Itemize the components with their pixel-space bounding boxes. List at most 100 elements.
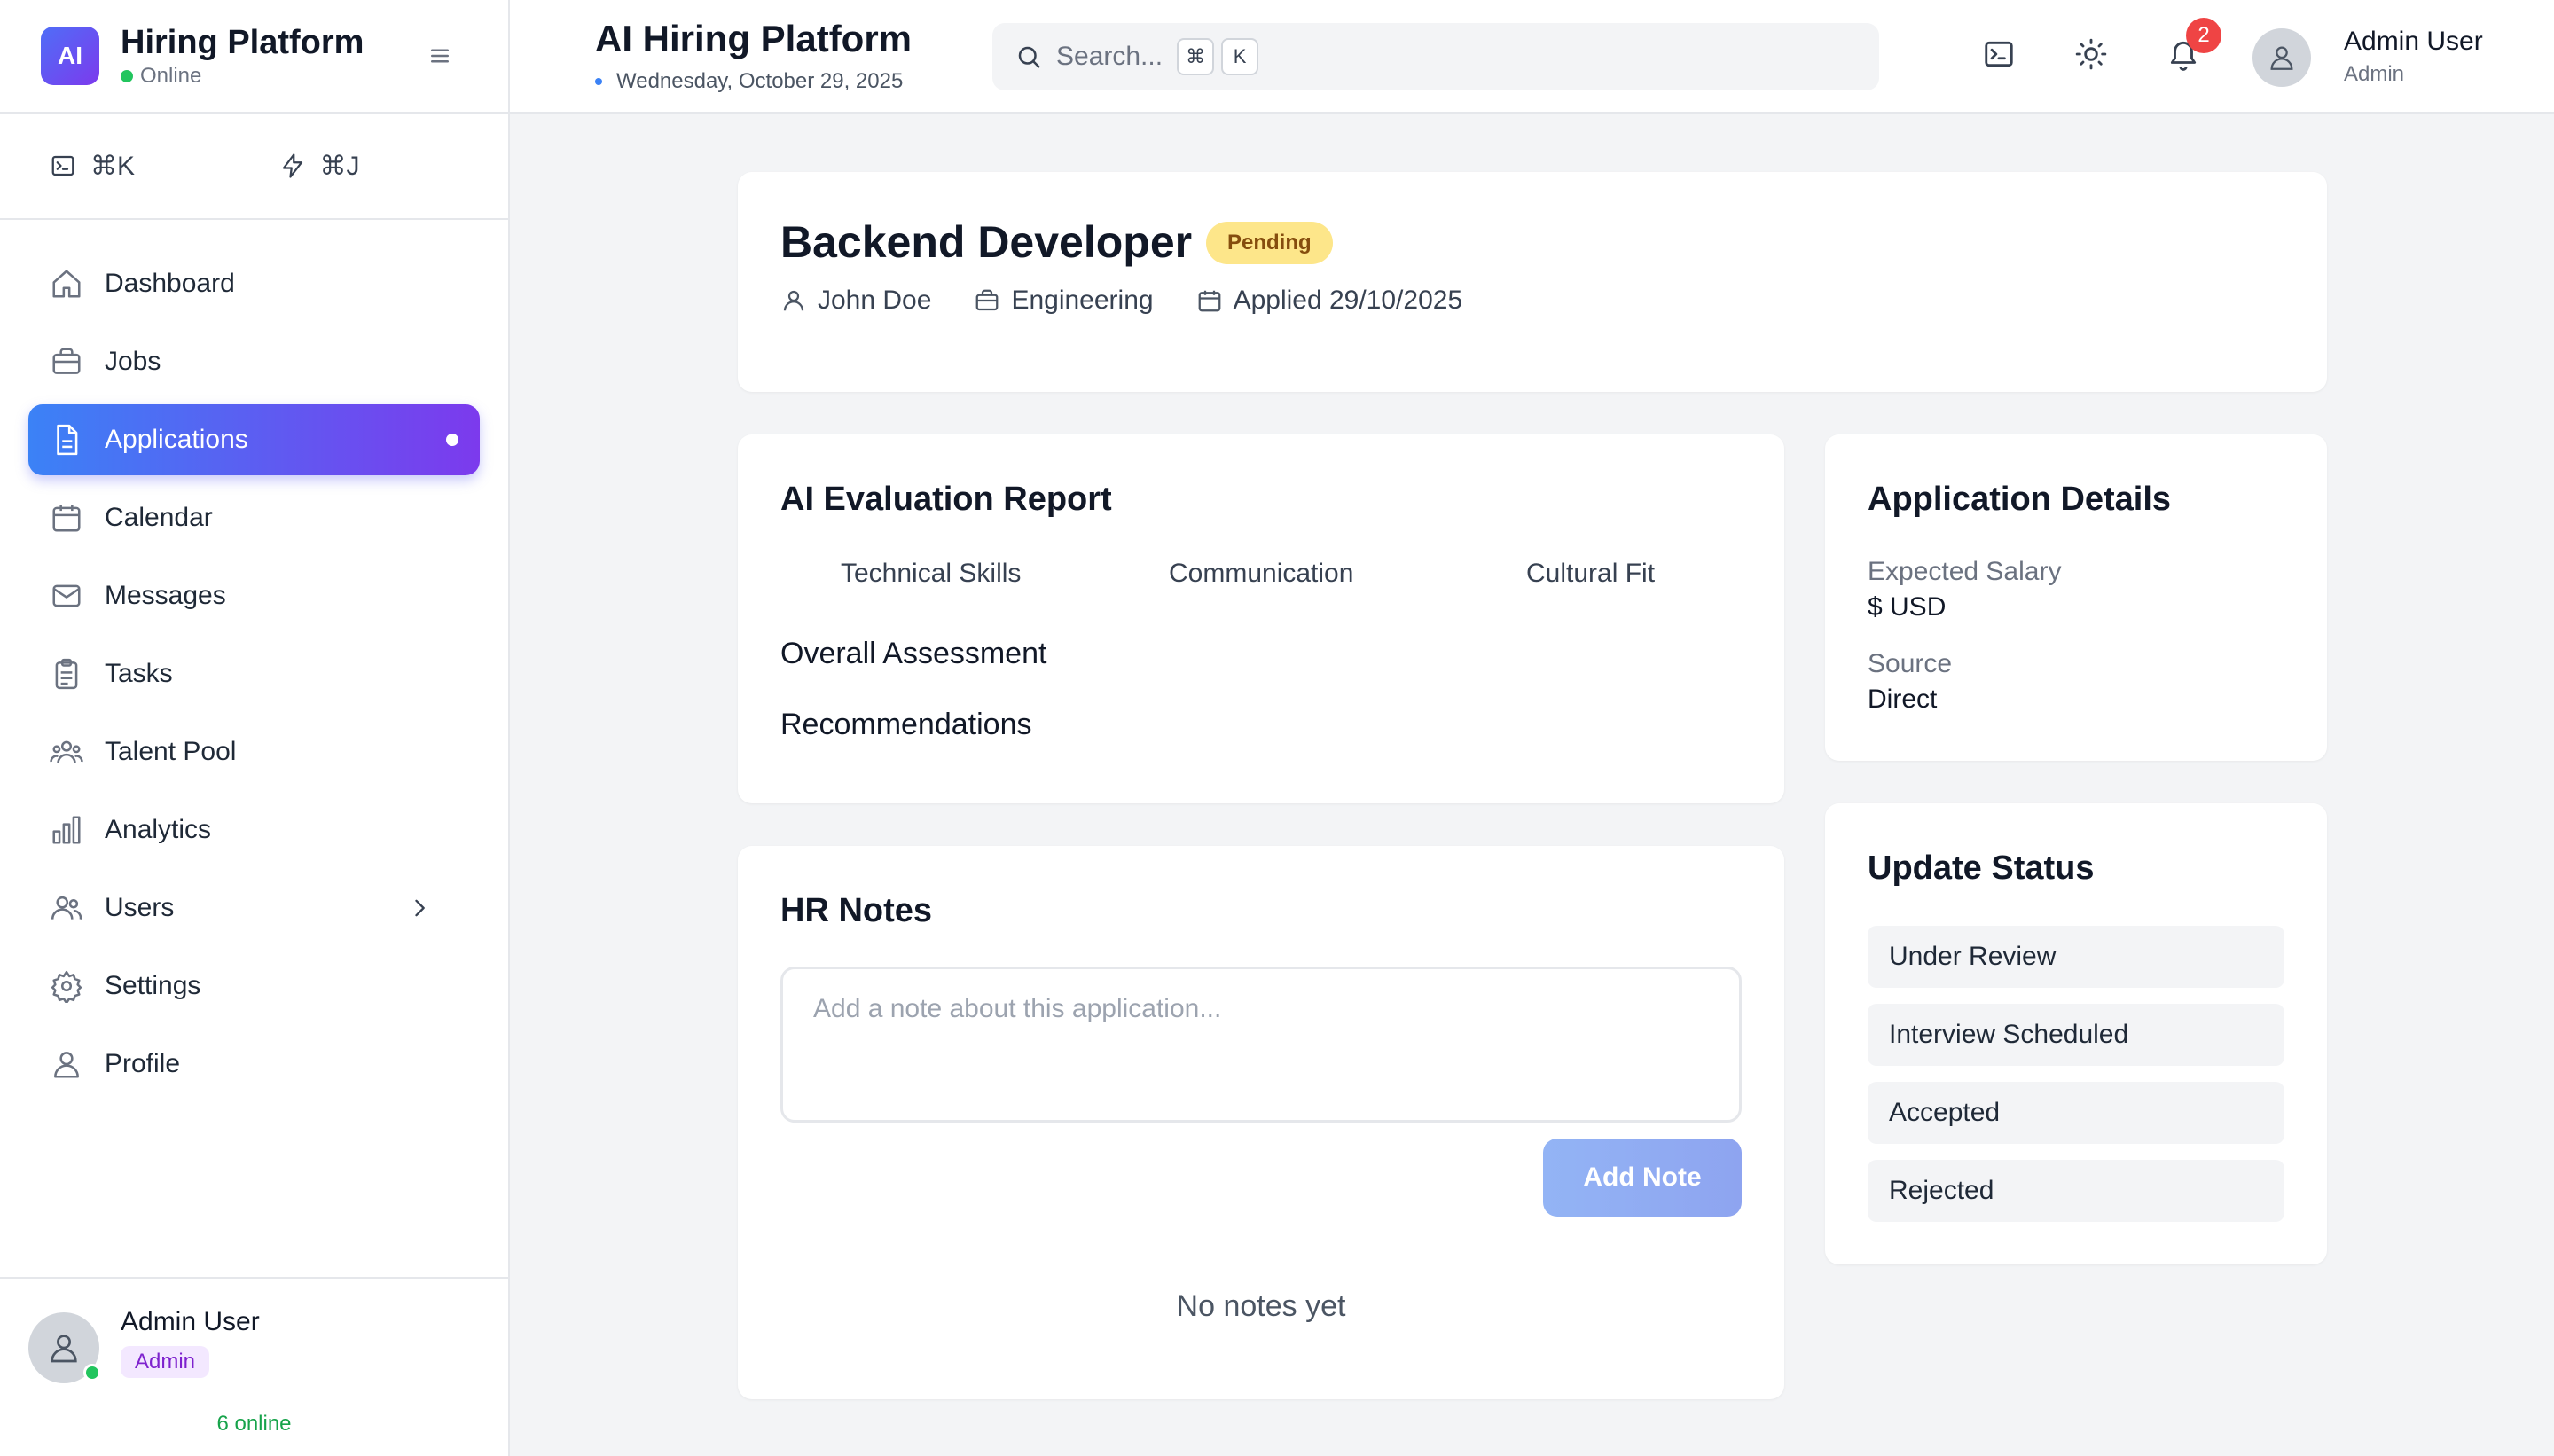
home-icon [50, 267, 105, 301]
sidebar-item-label: Profile [105, 1049, 181, 1078]
update-status-card: Update Status Under Review Interview Sch… [1825, 803, 2327, 1264]
hr-notes-card: HR Notes Add a note about this applicati… [738, 846, 1784, 1399]
cultural-fit-label: Cultural Fit [1526, 559, 1656, 588]
sidebar-item-dashboard[interactable]: Dashboard [28, 248, 480, 319]
brand-status: Online [121, 64, 364, 89]
sidebar-item-label: Tasks [105, 659, 173, 688]
user-icon [780, 287, 818, 314]
briefcase-icon [974, 287, 1011, 314]
status-option-under-review[interactable]: Under Review [1868, 926, 2284, 988]
sidebar-item-applications[interactable]: Applications [28, 404, 480, 475]
sidebar-item-talent-pool[interactable]: Talent Pool [28, 716, 480, 787]
header-user-role: Admin [2344, 62, 2405, 86]
brand-status-label: Online [140, 64, 202, 88]
sidebar-item-label: Calendar [105, 503, 213, 532]
shortcut-label: ⌘J [319, 151, 360, 181]
sidebar-item-tasks[interactable]: Tasks [28, 638, 480, 709]
salary-label: Expected Salary [1868, 557, 2062, 586]
application-meta: John Doe Engineering Applied 29/10/2025 [780, 286, 1505, 316]
sidebar: AI Hiring Platform Online ⌘K ⌘J Dashboar… [0, 0, 510, 1456]
date-label: Wednesday, October 29, 2025 [616, 69, 904, 93]
sidebar-item-label: Dashboard [105, 269, 235, 298]
search-icon [1015, 43, 1042, 70]
overall-assessment-heading: Overall Assessment [780, 637, 1047, 670]
status-option-accepted[interactable]: Accepted [1868, 1082, 2284, 1144]
top-bar: AI Hiring Platform Wednesday, October 29… [510, 0, 2554, 114]
shortcut-label: ⌘K [90, 151, 136, 181]
sidebar-item-profile[interactable]: Profile [28, 1029, 480, 1100]
online-dot [121, 70, 133, 82]
terminal-icon [50, 153, 90, 179]
status-badge: Pending [1206, 222, 1333, 264]
sidebar-item-messages[interactable]: Messages [28, 560, 480, 631]
user-icon [50, 1047, 105, 1081]
date-bullet [595, 78, 602, 85]
lightning-icon [279, 153, 320, 179]
sidebar-user-panel[interactable]: Admin User Admin 6 online [0, 1277, 508, 1456]
sidebar-item-settings[interactable]: Settings [28, 951, 480, 1022]
command-palette-shortcut[interactable]: ⌘K [50, 151, 279, 182]
job-title: Backend Developer [780, 217, 1193, 267]
brand-header: AI Hiring Platform Online [0, 0, 508, 114]
notes-title: HR Notes [780, 892, 933, 929]
sidebar-item-label: Talent Pool [105, 737, 237, 766]
communication-label: Communication [1169, 559, 1354, 588]
add-note-button[interactable]: Add Note [1543, 1139, 1742, 1217]
sidebar-item-calendar[interactable]: Calendar [28, 482, 480, 553]
empty-notes-message: No notes yet [1176, 1289, 1346, 1323]
sidebar-item-label: Settings [105, 971, 201, 1000]
menu-icon[interactable] [427, 43, 453, 69]
source-label: Source [1868, 649, 1953, 678]
people-icon [50, 735, 105, 769]
avatar[interactable] [2252, 28, 2311, 87]
sidebar-item-users[interactable]: Users [28, 873, 480, 943]
status-option-interview-scheduled[interactable]: Interview Scheduled [1868, 1004, 2284, 1066]
source-value: Direct [1868, 685, 1938, 714]
application-details-card: Application Details Expected Salary $ US… [1825, 434, 2327, 761]
search-placeholder: Search... [1056, 42, 1163, 71]
sidebar-item-label: Analytics [105, 815, 212, 844]
sidebar-item-label: Users [105, 893, 175, 922]
shortcuts-bar: ⌘K ⌘J [0, 114, 508, 220]
terminal-icon[interactable] [1982, 37, 2016, 71]
salary-value: $ USD [1868, 592, 1947, 622]
calendar-icon [1196, 287, 1234, 314]
ai-evaluation-card: AI Evaluation Report Technical Skills Co… [738, 434, 1784, 803]
candidate-name: John Doe [818, 286, 932, 315]
clipboard-icon [50, 657, 105, 691]
kbd-command: ⌘ [1177, 38, 1215, 75]
avatar [28, 1312, 101, 1383]
sidebar-item-label: Messages [105, 581, 226, 610]
header-user-name[interactable]: Admin User [2344, 27, 2483, 57]
document-icon [50, 423, 105, 457]
bar-chart-icon [50, 813, 105, 847]
search-input[interactable]: Search... ⌘ K [992, 23, 1879, 90]
application-header-card: Backend Developer Pending John Doe Engin… [738, 172, 2327, 392]
sidebar-user-name: Admin User [121, 1307, 260, 1336]
quick-action-shortcut[interactable]: ⌘J [279, 151, 509, 182]
department-name: Engineering [1011, 286, 1154, 315]
brand-name: Hiring Platform [121, 24, 364, 61]
active-indicator [446, 434, 458, 446]
current-date: Wednesday, October 29, 2025 [595, 69, 903, 94]
users-icon [50, 891, 105, 925]
status-option-rejected[interactable]: Rejected [1868, 1160, 2284, 1222]
briefcase-icon [50, 345, 105, 379]
sidebar-item-jobs[interactable]: Jobs [28, 326, 480, 397]
kbd-k: K [1221, 38, 1259, 75]
theme-toggle-icon[interactable] [2074, 37, 2108, 71]
mail-icon [50, 579, 105, 613]
evaluation-title: AI Evaluation Report [780, 481, 1112, 518]
page-title: AI Hiring Platform [595, 18, 913, 59]
note-textarea[interactable]: Add a note about this application... [780, 967, 1742, 1123]
applied-meta: Applied 29/10/2025 [1196, 286, 1462, 316]
role-badge: Admin [121, 1346, 210, 1378]
notification-badge: 2 [2186, 18, 2221, 53]
recommendations-heading: Recommendations [780, 708, 1032, 741]
sidebar-nav: Dashboard Jobs Applications Calendar Mes… [0, 220, 508, 1100]
calendar-icon [50, 501, 105, 535]
update-status-title: Update Status [1868, 849, 2095, 887]
sidebar-item-analytics[interactable]: Analytics [28, 795, 480, 865]
brand-logo: AI [41, 27, 99, 85]
online-indicator [83, 1364, 101, 1382]
